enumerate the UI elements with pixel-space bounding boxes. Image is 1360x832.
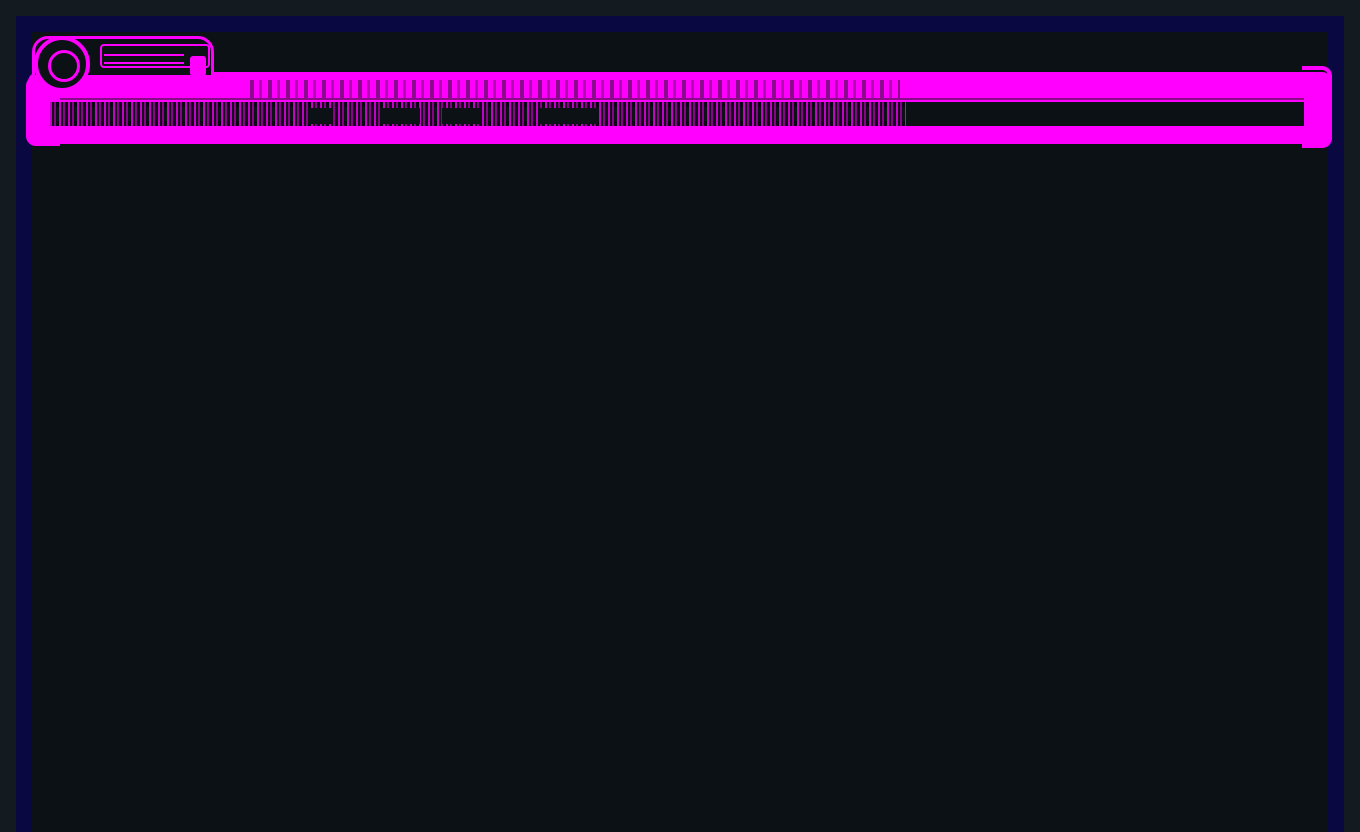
hud-tab-field	[104, 54, 184, 64]
hud-title-strip	[60, 78, 1304, 100]
hud-gap	[308, 108, 332, 124]
hud-gap	[538, 108, 598, 124]
hud-gap	[380, 108, 420, 124]
ring-icon[interactable]	[34, 36, 90, 92]
hud-title-glitch	[250, 80, 900, 98]
hud-progress-strip	[48, 100, 1306, 128]
hud-right-bracket	[1302, 66, 1332, 148]
game-viewport[interactable]	[32, 32, 1328, 832]
hud-gap	[442, 108, 482, 124]
handle-icon[interactable]	[190, 56, 206, 76]
